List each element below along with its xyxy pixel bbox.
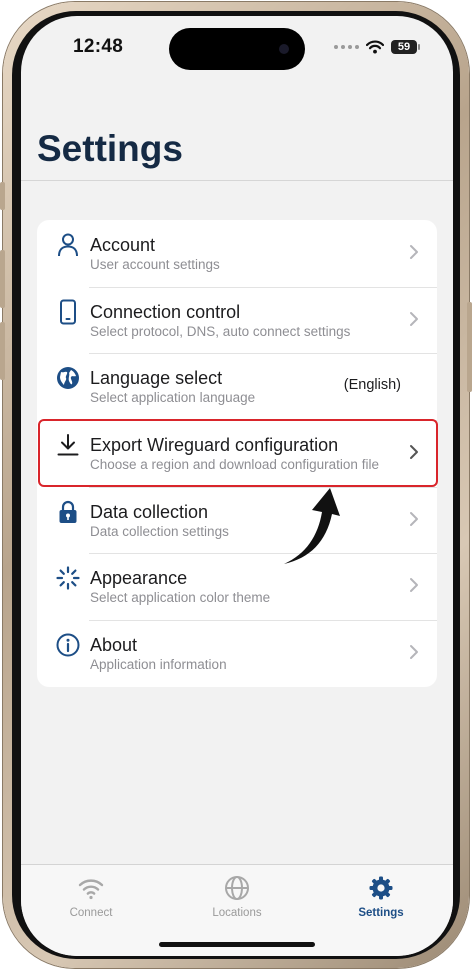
settings-item-appearance[interactable]: Appearance Select application color them… (37, 553, 437, 620)
gear-icon (369, 876, 393, 900)
tab-connect[interactable]: Connect (31, 875, 151, 919)
globe-icon (55, 365, 81, 391)
settings-item-subtitle: Select application language (90, 390, 256, 406)
page-title: Settings (37, 128, 183, 169)
chevron-right-icon (410, 245, 418, 259)
settings-item-export-wireguard[interactable]: Export Wireguard configuration Choose a … (37, 420, 437, 487)
settings-item-data-collection[interactable]: Data collection Data collection settings (37, 486, 437, 554)
settings-item-title: Export Wireguard configuration (90, 435, 339, 456)
settings-item-subtitle: Application information (90, 657, 227, 673)
status-bar: 12:48 59 (21, 16, 453, 76)
settings-item-subtitle: Select protocol, DNS, auto connect setti… (90, 323, 351, 339)
settings-item-language-select[interactable]: Language select Select application langu… (37, 353, 437, 420)
tab-label: Locations (212, 907, 262, 919)
globe-icon (225, 876, 249, 900)
wifi-icon (78, 879, 104, 900)
settings-item-about[interactable]: About Application information (37, 620, 437, 687)
settings-item-title: Data collection (90, 501, 209, 522)
app-screen: 12:48 59 Settings Account User account s… (21, 16, 453, 956)
info-icon (55, 632, 81, 658)
settings-item-account[interactable]: Account User account settings (37, 220, 437, 287)
settings-item-title: Appearance (90, 568, 188, 589)
settings-item-subtitle: Select application color theme (90, 590, 271, 606)
chevron-right-icon (410, 578, 418, 593)
chevron-right-icon (410, 311, 418, 326)
volume-down-button (0, 322, 5, 380)
battery-icon: 59 (391, 40, 420, 54)
status-icons: 59 (334, 40, 420, 54)
settings-item-title: About (90, 635, 138, 656)
signal-dots-icon (334, 45, 359, 49)
power-button (467, 302, 472, 392)
phone-icon (55, 299, 81, 325)
settings-item-connection-control[interactable]: Connection control Select protocol, DNS,… (37, 286, 437, 354)
tab-settings[interactable]: Settings (321, 875, 441, 919)
settings-item-title: Language select (90, 368, 223, 389)
download-icon (55, 432, 81, 458)
settings-item-subtitle: Data collection settings (90, 523, 229, 539)
settings-item-subtitle: Choose a region and download configurati… (90, 457, 379, 473)
status-time: 12:48 (73, 36, 124, 57)
settings-item-subtitle: User account settings (90, 257, 220, 272)
home-indicator (159, 942, 315, 947)
chevron-right-icon (410, 511, 418, 526)
dynamic-island (169, 28, 305, 70)
tab-label: Settings (358, 907, 404, 919)
lock-icon (55, 499, 81, 525)
action-button (0, 182, 5, 210)
settings-item-title: Connection control (90, 301, 241, 322)
chevron-right-icon (410, 645, 418, 660)
title-divider (21, 180, 453, 181)
language-value: (English) (343, 377, 401, 394)
tab-locations[interactable]: Locations (177, 875, 297, 919)
settings-list: Account User account settings Connection… (37, 220, 437, 687)
wifi-icon (366, 40, 384, 54)
volume-up-button (0, 250, 5, 308)
front-camera (279, 44, 289, 54)
spinner-icon (55, 565, 81, 591)
tab-label: Connect (69, 907, 113, 919)
settings-item-title: Account (90, 235, 156, 255)
chevron-right-icon (410, 445, 418, 460)
person-icon (55, 232, 81, 258)
